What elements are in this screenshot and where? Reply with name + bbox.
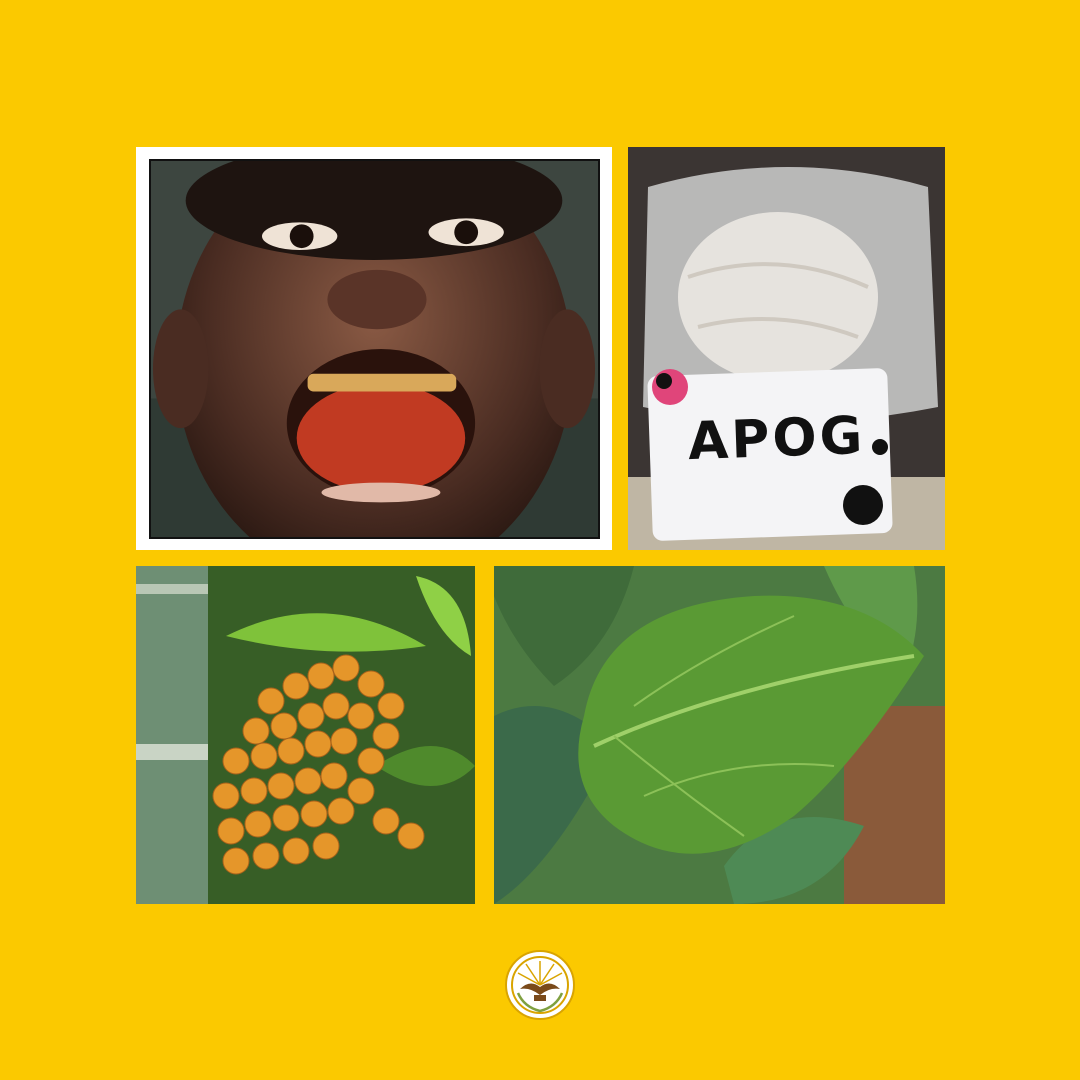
eagle-wreath-seal-icon	[504, 949, 576, 1021]
child-red-mouth-photo	[149, 159, 600, 539]
betel-leaf-photo	[494, 566, 945, 904]
areca-nut-photo	[136, 566, 475, 904]
child-photo-graphic	[151, 161, 598, 537]
lime-powder-graphic	[628, 147, 945, 550]
apog-card-label: APOG	[687, 405, 867, 473]
betel-leaf-graphic	[494, 566, 945, 904]
lime-powder-bag-photo: APOG	[628, 147, 945, 550]
areca-nut-graphic	[136, 566, 475, 904]
seal-graphic	[505, 950, 575, 1020]
